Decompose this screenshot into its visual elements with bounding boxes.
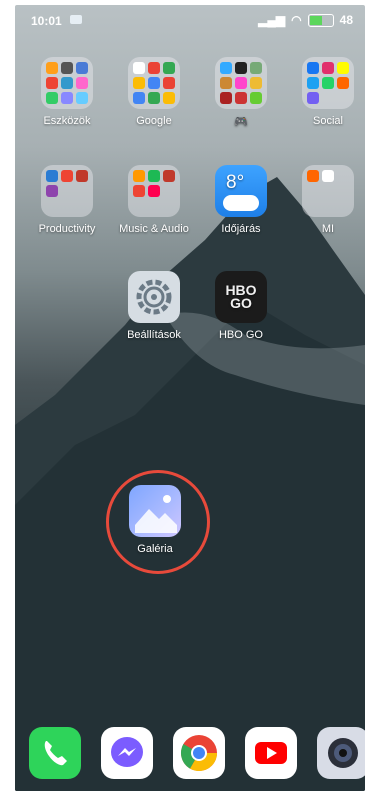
app-label: Eszközök: [43, 115, 91, 127]
gallery-icon: [129, 485, 181, 537]
app-label: Időjárás: [221, 223, 261, 235]
home-screen: 10:01 ▂▄▆ ◠ 48 Eszközök Google 🎮 Social …: [15, 5, 365, 791]
folder-icon: [41, 165, 93, 217]
app-label: Social: [313, 115, 343, 127]
app-label: 🎮: [234, 116, 248, 128]
messenger-icon: [111, 737, 143, 767]
hbo-go-logo-icon: HBO GO: [215, 271, 267, 323]
folder-mi[interactable]: MI: [286, 165, 365, 235]
camera-app[interactable]: [317, 727, 365, 779]
folder-google[interactable]: Google: [112, 57, 196, 127]
app-beallitasok[interactable]: Beállítások: [112, 271, 196, 341]
folder-icon: [41, 57, 93, 109]
folder-icon: [302, 165, 354, 217]
camera-icon: [328, 738, 358, 768]
app-label: Google: [136, 115, 172, 127]
notification-icon: [70, 15, 82, 24]
app-label: Beállítások: [127, 329, 181, 341]
chrome-app[interactable]: [173, 727, 225, 779]
folder-music-audio[interactable]: Music & Audio: [112, 165, 196, 235]
app-galeria[interactable]: Galéria: [113, 485, 197, 555]
folder-icon: [215, 57, 267, 109]
youtube-app[interactable]: [245, 727, 297, 779]
settings-gear-icon: [128, 271, 180, 323]
app-idojaras[interactable]: 8° Időjárás: [199, 165, 283, 235]
folder-social[interactable]: Social: [286, 57, 365, 127]
battery-icon: [307, 13, 334, 27]
folder-icon: [128, 57, 180, 109]
weather-temperature: 8°: [226, 172, 245, 193]
app-label: HBO GO: [218, 329, 263, 341]
app-label: Productivity: [38, 223, 96, 235]
status-bar: 10:01 ▂▄▆ ◠ 48: [15, 5, 365, 33]
phone-icon: [44, 741, 67, 766]
phone-app[interactable]: [29, 727, 81, 779]
wifi-icon: ◠: [291, 13, 302, 27]
cloud-icon: [223, 195, 259, 211]
signal-icon: ▂▄▆: [258, 13, 286, 27]
hbo-logo-line-2: GO: [230, 295, 252, 311]
app-hbo-go[interactable]: HBO GO HBO GO: [199, 271, 283, 341]
battery-level: 48: [339, 13, 353, 27]
folder-eszkozok[interactable]: Eszközök: [25, 57, 109, 127]
clock: 10:01: [31, 14, 62, 28]
app-label: MI: [321, 223, 335, 235]
youtube-icon: [255, 742, 287, 764]
folder-games[interactable]: 🎮: [199, 57, 283, 128]
chrome-icon: [180, 735, 217, 772]
weather-icon: 8°: [215, 165, 267, 217]
folder-icon: [128, 165, 180, 217]
dock: [15, 727, 365, 783]
folder-icon: [302, 57, 354, 109]
app-label: Music & Audio: [119, 223, 189, 235]
app-label: Galéria: [137, 543, 173, 555]
messenger-app[interactable]: [101, 727, 153, 779]
folder-productivity[interactable]: Productivity: [25, 165, 109, 235]
